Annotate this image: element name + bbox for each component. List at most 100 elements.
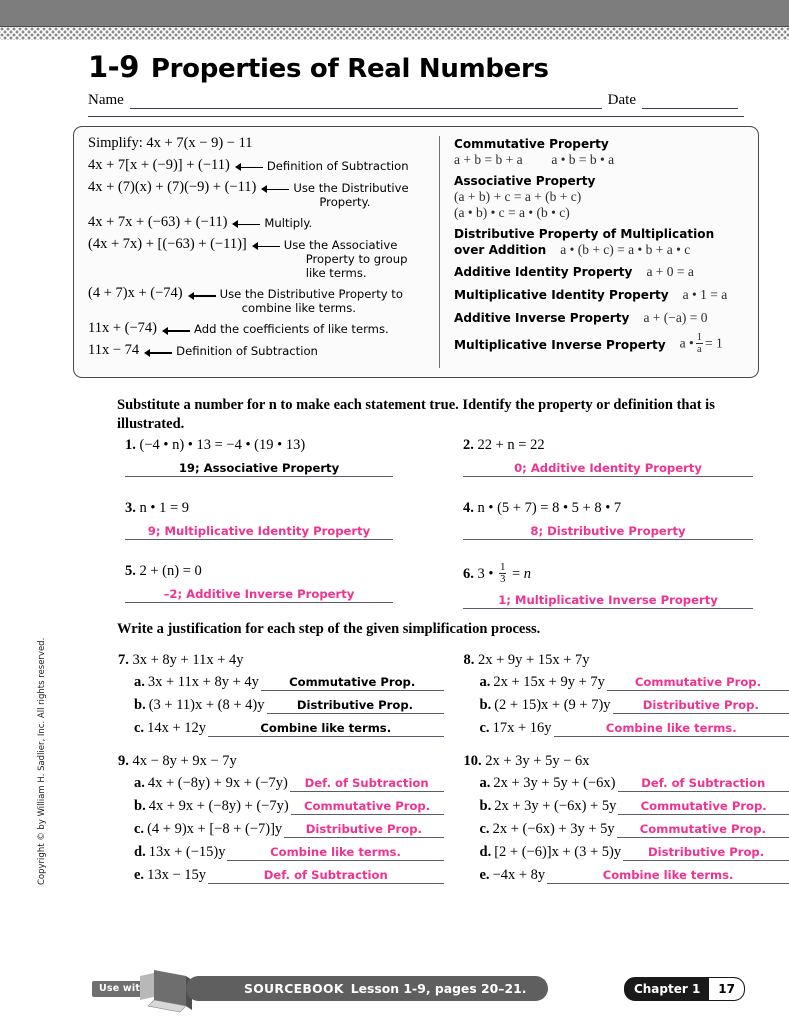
question-number: 5. <box>125 563 136 579</box>
answer-line[interactable]: 0; Additive Identity Property <box>463 461 753 477</box>
problem-number: 10. <box>463 753 482 769</box>
property-equation: a + 0 = a <box>646 264 694 279</box>
example-step: (4 + 7)x + (−74) Use the Distributive Pr… <box>88 286 439 315</box>
justification-line[interactable]: Combine like terms. <box>208 722 444 737</box>
step-label: d. <box>134 844 146 860</box>
step-label: c. <box>134 720 145 736</box>
name-input-line[interactable] <box>129 95 602 109</box>
answer-line[interactable]: 19; Associative Property <box>125 461 393 477</box>
sourcebook-label: SOURCEBOOK <box>244 981 344 996</box>
arrow-left-icon <box>144 347 173 359</box>
name-label: Name <box>88 92 124 108</box>
section1-instruction: Substitute a number for n to make each s… <box>117 397 715 433</box>
step-label: e. <box>479 867 490 883</box>
justification-line[interactable]: Commutative Prop. <box>290 800 444 815</box>
question-number: 1. <box>125 437 136 453</box>
justification-line[interactable]: Commutative Prop. <box>616 823 789 838</box>
step-expression: Simplify: 4x + 7(x − 9) − 11 <box>88 135 253 151</box>
exercise-item-3: 3. n • 1 = 9 9; Multiplicative Identity … <box>125 500 451 563</box>
step-reason-line3: like terms. <box>305 266 367 281</box>
step-expression: (4 + 7)x + (−74) <box>88 285 183 302</box>
justification-line[interactable]: Def. of Subtraction <box>289 777 444 792</box>
step-expression: 4x + (−8y) + 9x + (−7y) <box>147 775 288 791</box>
justification-line[interactable]: Distributive Prop. <box>623 846 789 861</box>
exercise-item-9: 9. 4x − 8y + 9x − 7y a. 4x + (−8y) + 9x … <box>118 753 444 900</box>
step-label: b. <box>479 697 492 713</box>
step-label: e. <box>134 867 145 883</box>
exercise-row: 7. 3x + 8y + 11x + 4y a. 3x + 11x + 8y +… <box>0 652 789 753</box>
equation-suffix: = 1 <box>704 335 723 351</box>
step-expression: 14x + 12y <box>147 720 206 736</box>
property-equation-b: (a • b) • c = a • (b • c) <box>454 205 570 220</box>
question-body: 2 + (n) = 0 <box>139 563 202 579</box>
page-title: 1-9 Properties of Real Numbers <box>88 50 728 84</box>
exercise-item-8: 8. 2x + 9y + 15x + 7y a. 2x + 15x + 9y +… <box>464 652 789 753</box>
step-expression: 11x + (−74) <box>88 320 157 337</box>
question-text: 1. (−4 • n) • 13 = −4 • (19 • 13) <box>125 437 451 454</box>
worked-example: Simplify: 4x + 7(x − 9) − 11 4x + 7[x + … <box>74 127 439 377</box>
justification-line[interactable]: Combine like terms. <box>547 869 789 884</box>
property-commutative: Commutative Property a + b = b + a a • b… <box>454 137 758 168</box>
justification-line[interactable]: Def. of Subtraction <box>208 869 444 884</box>
question-body: n • 1 = 9 <box>139 500 190 516</box>
step-expression: 11x − 74 <box>88 342 140 359</box>
answer-line[interactable]: 8; Distributive Property <box>463 524 753 540</box>
property-name: Commutative Property <box>454 137 609 151</box>
step-reason: Definition of Subtraction <box>176 344 318 359</box>
sourcebook-banner: SOURCEBOOK Lesson 1-9, pages 20–21. <box>186 976 549 1001</box>
step-expression: 4x + 7x + (−63) + (−11) <box>88 213 228 230</box>
justification-line[interactable]: Def. of Subtraction <box>617 777 789 792</box>
problem-expression: 2x + 9y + 15x + 7y <box>478 652 590 668</box>
justification-line[interactable]: Commutative Prop. <box>618 800 789 815</box>
step-expression: (4x + 7x) + [(−63) + (−11)] <box>88 235 247 252</box>
name-date-row: Name Date <box>88 92 744 109</box>
question-text: 3. n • 1 = 9 <box>125 500 451 517</box>
exercise-item-4: 4. n • (5 + 7) = 8 • 5 + 8 • 7 8; Distri… <box>463 500 789 563</box>
equation-prefix: a • <box>679 335 694 351</box>
step-row: a. 3x + 11x + 8y + 4y Commutative Prop. <box>118 674 444 691</box>
property-distributive: Distributive Property of Multiplication … <box>454 227 758 258</box>
justification-line[interactable]: Distributive Prop. <box>612 699 789 714</box>
step-reason-line2: Property. <box>319 194 371 209</box>
justification-line[interactable]: Distributive Prop. <box>266 699 444 714</box>
step-label: d. <box>479 844 492 860</box>
arrow-left-icon <box>251 241 280 253</box>
page-footer: Use with SOURCEBOOK Lesson 1-9, pages 20… <box>0 968 789 1014</box>
problem-number: 9. <box>118 753 129 769</box>
sourcebook-reference: Lesson 1-9, pages 20–21. <box>350 981 527 996</box>
date-input-line[interactable] <box>642 95 738 109</box>
answer-line[interactable]: 1; Multiplicative Inverse Property <box>463 593 753 610</box>
step-expression: 2x + (−6x) + 3y + 5y <box>492 821 615 837</box>
justification-line[interactable]: Combine like terms. <box>553 722 789 737</box>
property-equation: a • 1 = a <box>682 287 728 302</box>
answer-line[interactable]: –2; Additive Inverse Property <box>125 587 393 603</box>
property-additive-identity: Additive Identity Property a + 0 = a <box>454 264 758 280</box>
step-reason-line2: Property to group <box>305 251 408 266</box>
property-equation-a: (a + b) + c = a + (b + c) <box>454 189 582 204</box>
justification-line[interactable]: Commutative Prop. <box>260 676 444 691</box>
step-reason: Add the coefficients of like terms. <box>193 322 389 337</box>
lesson-title: Properties of Real Numbers <box>150 54 549 84</box>
justification-line[interactable]: Distributive Prop. <box>284 823 444 838</box>
step-expression: (2 + 15)x + (9 + 7)y <box>494 697 611 713</box>
problem-header: 7. 3x + 8y + 11x + 4y <box>118 652 444 669</box>
property-equation: a • (b + c) = a • b + a • c <box>560 242 691 257</box>
fraction-denominator: a <box>697 344 702 356</box>
justification-line[interactable]: Commutative Prop. <box>606 676 789 691</box>
justification-line[interactable]: Combine like terms. <box>227 846 444 861</box>
property-name: Additive Inverse Property <box>454 311 630 325</box>
step-expression: 3x + 11x + 8y + 4y <box>147 674 259 690</box>
property-equation: a + (−a) = 0 <box>643 310 708 325</box>
step-label: a. <box>134 674 145 690</box>
answer-line[interactable]: 9; Multiplicative Identity Property <box>125 524 393 540</box>
arrow-left-icon <box>161 325 190 337</box>
page-number: 17 <box>709 978 744 1000</box>
arrow-left-icon <box>187 290 216 302</box>
problem-number: 8. <box>463 652 475 668</box>
step-expression: 2x + 15x + 9y + 7y <box>493 674 605 690</box>
step-label: a. <box>479 674 491 690</box>
exercise-item-10: 10. 2x + 3y + 5y − 6x a. 2x + 3y + 5y + … <box>464 753 789 900</box>
copyright-notice: Copyright © by William H. Sadlier, Inc. … <box>37 637 47 885</box>
step-expression: 4x + 9x + (−8y) + (−7y) <box>148 798 289 814</box>
question-body: (−4 • n) • 13 = −4 • (19 • 13) <box>139 437 306 453</box>
